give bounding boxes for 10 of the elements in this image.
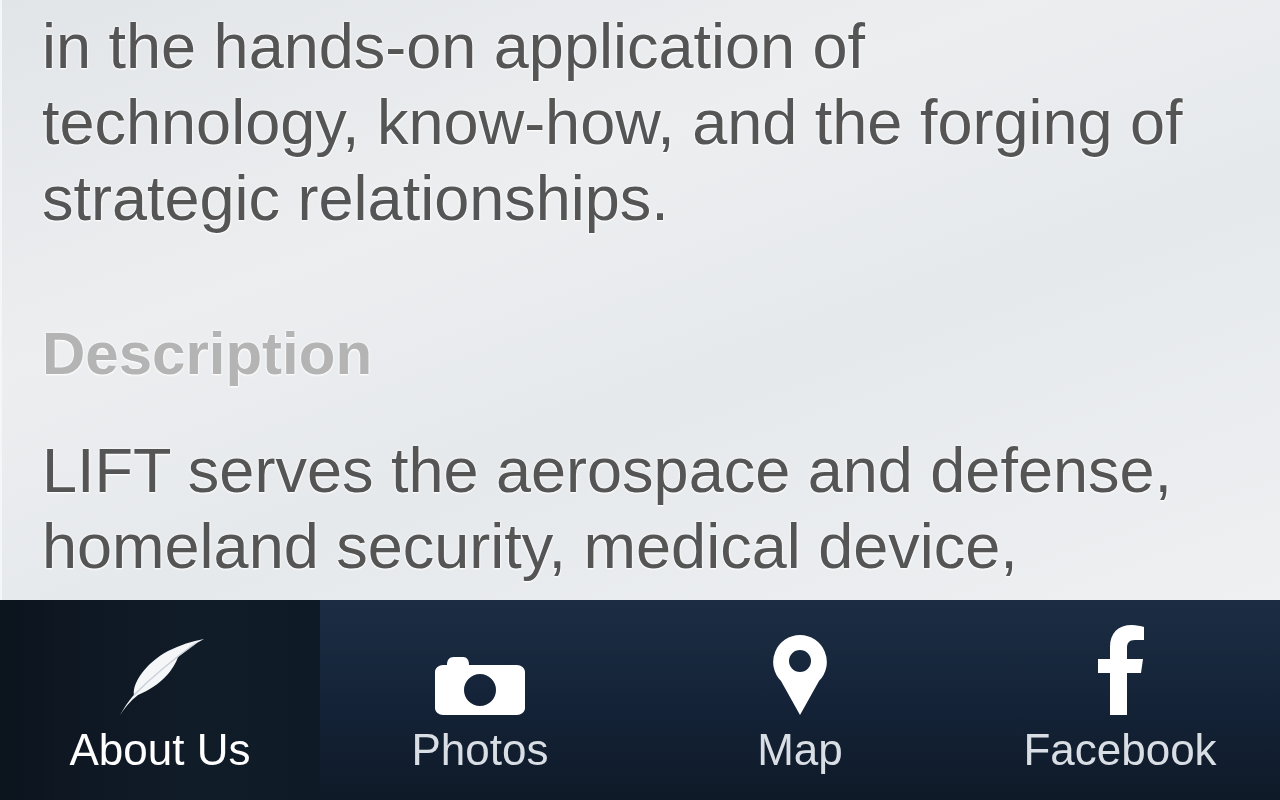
camera-icon [435,657,525,715]
tab[interactable]: Facebook [960,600,1280,800]
tab[interactable]: About Us [0,600,320,800]
intro-paragraph: in the hands-on application of technology, know-how, and the forging of strategic relationships. [42,10,1183,235]
tab[interactable]: Map [640,600,960,800]
map-pin-icon [773,635,827,715]
tab[interactable]: Photos [320,600,640,800]
f-logo-icon [1096,625,1144,715]
description-paragraph: LIFT serves the aerospace and defense, homeland security, medical device, [42,434,1173,583]
section-heading: Description [42,319,373,389]
